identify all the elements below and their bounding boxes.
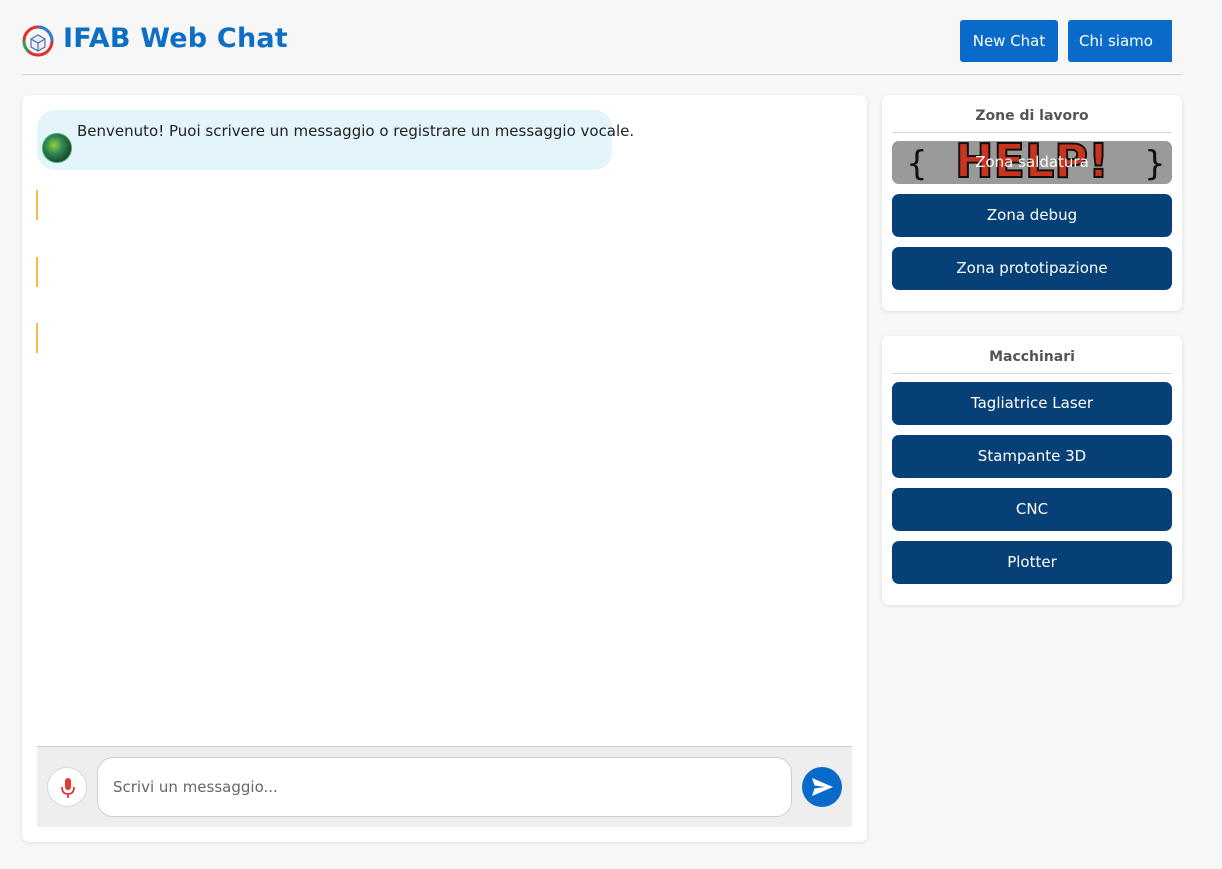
new-chat-button[interactable]: New Chat: [960, 20, 1058, 62]
message-input[interactable]: [97, 757, 792, 817]
message-marker: [36, 257, 38, 287]
app-header: IFAB Web Chat New Chat Chi siamo: [22, 16, 1182, 75]
zone-saldatura-label: Zona saldatura: [975, 153, 1089, 171]
message-marker: [36, 323, 38, 353]
zone-saldatura-button[interactable]: HELP! { } Zona saldatura: [892, 141, 1172, 184]
laser-cutter-button[interactable]: Tagliatrice Laser: [892, 382, 1172, 425]
zone-prototipazione-button[interactable]: Zona prototipazione: [892, 247, 1172, 290]
send-icon: [812, 778, 833, 796]
3d-printer-button[interactable]: Stampante 3D: [892, 435, 1172, 478]
message-marker: [36, 190, 38, 220]
zone-debug-button[interactable]: Zona debug: [892, 194, 1172, 237]
svg-text:}: }: [1144, 144, 1166, 184]
record-voice-button[interactable]: [47, 767, 87, 807]
send-button[interactable]: [802, 767, 842, 807]
message-composer: [37, 746, 852, 827]
chi-siamo-arrow-tip[interactable]: [1156, 20, 1171, 62]
bot-avatar: [42, 133, 72, 163]
bot-message-bubble: Benvenuto! Puoi scrivere un messaggio o …: [37, 110, 634, 170]
work-zones-title: Zone di lavoro: [892, 95, 1172, 133]
chat-panel: Benvenuto! Puoi scrivere un messaggio o …: [22, 95, 867, 842]
microphone-icon: [61, 778, 75, 798]
machines-title: Macchinari: [892, 336, 1172, 374]
machines-card: Macchinari Tagliatrice Laser Stampante 3…: [882, 336, 1182, 605]
work-zones-card: Zone di lavoro HELP! { } Zona saldatura …: [882, 95, 1182, 311]
cnc-button[interactable]: CNC: [892, 488, 1172, 531]
app-title: IFAB Web Chat: [63, 23, 288, 54]
plotter-button[interactable]: Plotter: [892, 541, 1172, 584]
ifab-logo-icon: [22, 25, 54, 57]
svg-text:{: {: [906, 144, 928, 184]
bot-message-text: Benvenuto! Puoi scrivere un messaggio o …: [77, 122, 635, 140]
